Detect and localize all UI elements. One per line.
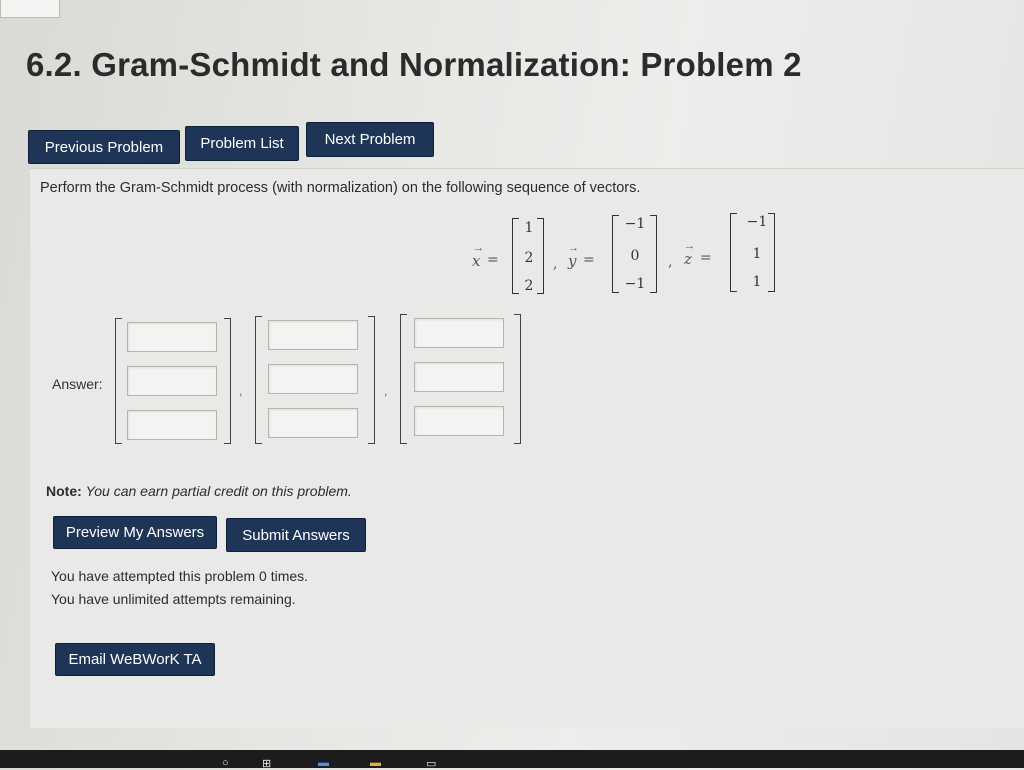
- left-bracket: [730, 213, 737, 292]
- problem-list-button[interactable]: Problem List: [185, 126, 299, 161]
- store-icon[interactable]: ▭: [426, 757, 436, 770]
- equals-sign: =: [700, 250, 712, 266]
- right-bracket: [650, 215, 657, 293]
- vector-y-entry: −1: [624, 276, 646, 292]
- left-bracket: [612, 215, 619, 293]
- vector-y-entry: −1: [624, 216, 646, 232]
- taskbar: [0, 750, 1024, 768]
- attempts-remaining: You have unlimited attempts remaining.: [51, 591, 296, 607]
- equals-sign: =: [487, 252, 499, 268]
- answer-label: Answer:: [52, 376, 103, 392]
- problem-prompt: Perform the Gram-Schmidt process (with n…: [40, 180, 641, 196]
- vector-separator: ,: [553, 256, 558, 272]
- partial-credit-note: Note: You can earn partial credit on thi…: [46, 483, 352, 499]
- attempts-count: You have attempted this problem 0 times.: [51, 568, 309, 584]
- right-bracket: [514, 314, 521, 444]
- email-ta-button[interactable]: Email WeBWorK TA: [55, 643, 215, 676]
- answer-1-entry-1[interactable]: [127, 322, 217, 352]
- right-bracket: [537, 218, 544, 294]
- browser-tab[interactable]: [0, 0, 60, 18]
- folder-icon[interactable]: ▬: [370, 757, 381, 769]
- right-bracket: [768, 213, 775, 292]
- answer-3-entry-2[interactable]: [414, 362, 504, 392]
- answer-3-entry-1[interactable]: [414, 318, 504, 348]
- left-bracket: [400, 314, 407, 444]
- previous-problem-button[interactable]: Previous Problem: [28, 130, 180, 164]
- vector-y-entry: 0: [630, 248, 640, 264]
- note-text: You can earn partial credit on this prob…: [85, 483, 352, 499]
- right-bracket: [368, 316, 375, 444]
- answer-3-entry-3[interactable]: [414, 406, 504, 436]
- answer-1-entry-3[interactable]: [127, 410, 217, 440]
- right-bracket: [224, 318, 231, 444]
- answer-1-entry-2[interactable]: [127, 366, 217, 396]
- vector-separator: ,: [668, 254, 673, 270]
- vector-z-label: z: [684, 250, 692, 268]
- task-view-icon[interactable]: ⊞: [262, 757, 271, 770]
- answer-2-entry-3[interactable]: [268, 408, 358, 438]
- app-icon[interactable]: ▬: [318, 757, 329, 769]
- equals-sign: =: [583, 252, 595, 268]
- answer-separator: ,: [384, 384, 388, 398]
- note-label: Note:: [46, 483, 82, 499]
- answer-2-entry-1[interactable]: [268, 320, 358, 350]
- answer-separator: ,: [239, 384, 243, 398]
- vector-y-label: y: [568, 252, 577, 270]
- preview-answers-button[interactable]: Preview My Answers: [53, 516, 217, 549]
- vector-x-label: x: [472, 252, 481, 270]
- next-problem-button[interactable]: Next Problem: [306, 122, 434, 157]
- answer-2-entry-2[interactable]: [268, 364, 358, 394]
- search-circle-icon[interactable]: ○: [222, 757, 229, 769]
- submit-answers-button[interactable]: Submit Answers: [226, 518, 366, 552]
- left-bracket: [255, 316, 262, 444]
- left-bracket: [115, 318, 122, 444]
- page-title: 6.2. Gram-Schmidt and Normalization: Pro…: [26, 46, 802, 83]
